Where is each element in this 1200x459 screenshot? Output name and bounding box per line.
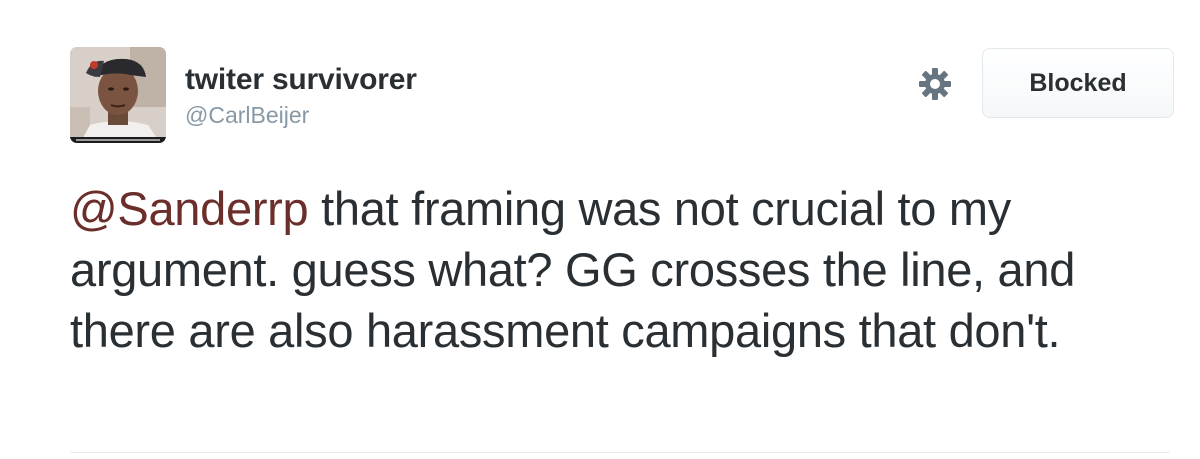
avatar-photo	[70, 47, 166, 143]
divider	[70, 452, 1170, 453]
display-name[interactable]: twiter survivorer	[185, 62, 417, 98]
tweet-text: @Sanderrp that framing was not crucial t…	[70, 178, 1150, 361]
avatar[interactable]	[70, 47, 166, 143]
blocked-button[interactable]: Blocked	[982, 48, 1174, 118]
mention-link[interactable]: @Sanderrp	[70, 182, 309, 235]
user-handle[interactable]: @CarlBeijer	[185, 100, 417, 130]
gear-icon[interactable]	[918, 67, 952, 101]
tweet-card: twiter survivorer @CarlBeijer Blocked @S…	[0, 0, 1200, 459]
user-names: twiter survivorer @CarlBeijer	[185, 62, 417, 130]
